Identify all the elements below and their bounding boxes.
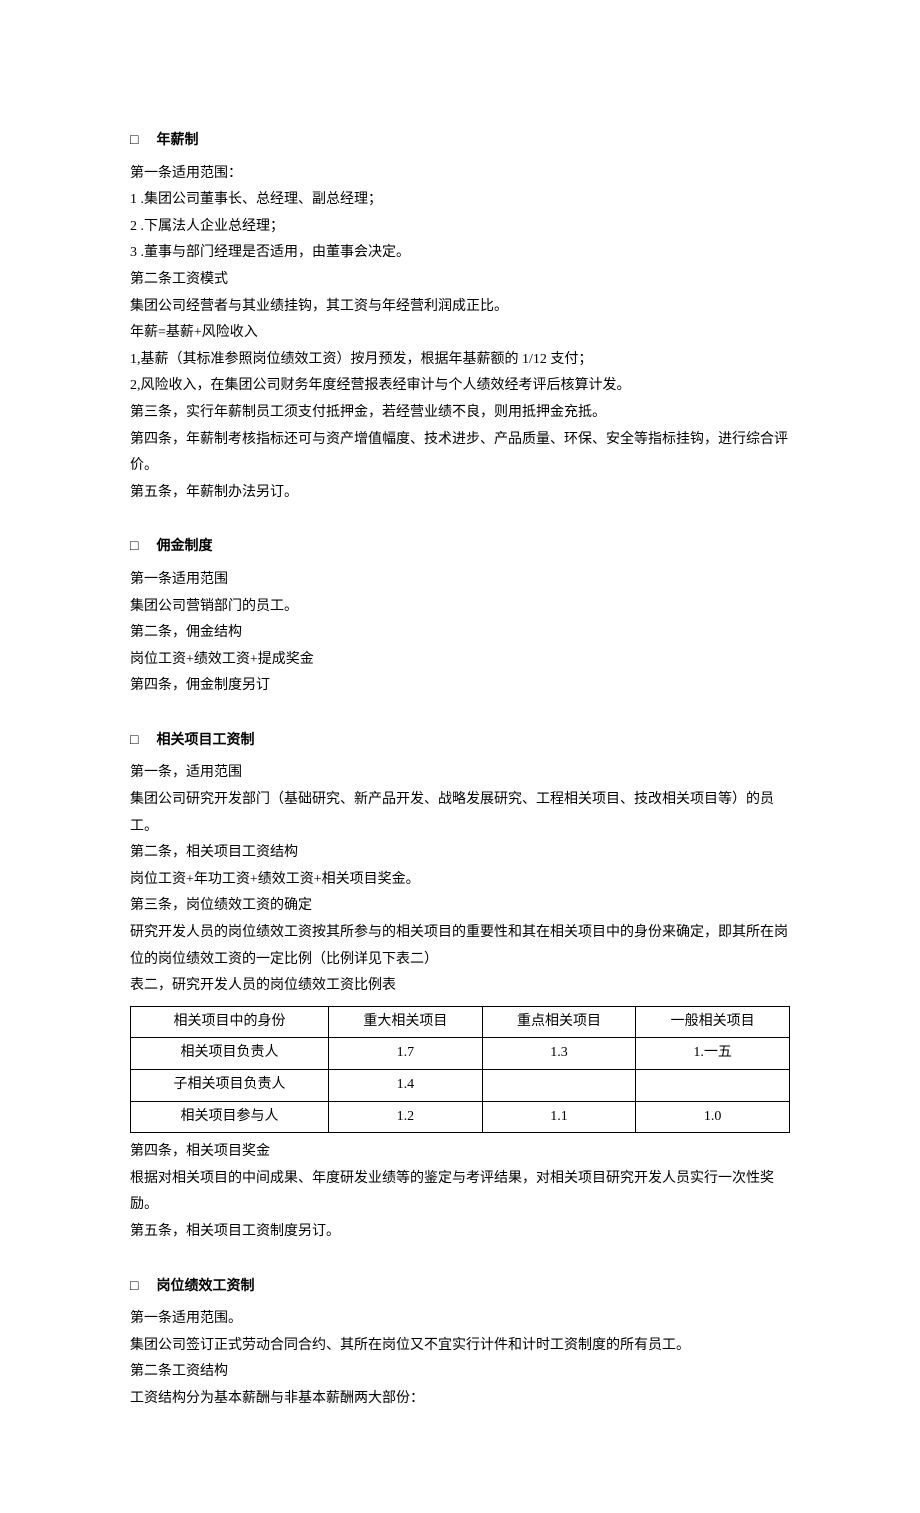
- s1-line: 年薪=基薪+风险收入: [130, 320, 790, 347]
- heading-project-salary: 相关项目工资制: [130, 728, 790, 755]
- table-row: 子相关项目负责人 1.4: [131, 1070, 790, 1102]
- s2-line: 集团公司营销部门的员工。: [130, 594, 790, 621]
- table-cell: 1.3: [482, 1038, 636, 1070]
- table-cell: 相关项目负责人: [131, 1038, 329, 1070]
- table-cell: [482, 1070, 636, 1102]
- table-cell: 相关项目参与人: [131, 1101, 329, 1133]
- table-cell: 1.一五: [636, 1038, 790, 1070]
- ratio-table: 相关项目中的身份 重大相关项目 重点相关项目 一般相关项目 相关项目负责人 1.…: [130, 1006, 790, 1133]
- table-row: 相关项目负责人 1.7 1.3 1.一五: [131, 1038, 790, 1070]
- s1-line: 第五条，年薪制办法另订。: [130, 480, 790, 507]
- s1-line: 3 .董事与部门经理是否适用，由董事会决定。: [130, 240, 790, 267]
- s3-line: 第五条，相关项目工资制度另订。: [130, 1219, 790, 1246]
- s2-line: 岗位工资+绩效工资+提成奖金: [130, 647, 790, 674]
- table-cell: [636, 1070, 790, 1102]
- s1-line: 第一条适用范围：: [130, 161, 790, 188]
- table-header: 相关项目中的身份: [131, 1006, 329, 1038]
- s3-line: 岗位工资+年功工资+绩效工资+相关项目奖金。: [130, 867, 790, 894]
- table-header-row: 相关项目中的身份 重大相关项目 重点相关项目 一般相关项目: [131, 1006, 790, 1038]
- s1-line: 集团公司经营者与其业绩挂钩，其工资与年经营利润成正比。: [130, 294, 790, 321]
- table-header: 重点相关项目: [482, 1006, 636, 1038]
- table-header: 重大相关项目: [329, 1006, 483, 1038]
- s1-line: 第四条，年薪制考核指标还可与资产增值幅度、技术进步、产品质量、环保、安全等指标挂…: [130, 427, 790, 480]
- table-cell: 子相关项目负责人: [131, 1070, 329, 1102]
- heading-post-performance: 岗位绩效工资制: [130, 1274, 790, 1301]
- s4-line: 第一条适用范围。: [130, 1306, 790, 1333]
- heading-commission: 佣金制度: [130, 534, 790, 561]
- table-cell: 1.2: [329, 1101, 483, 1133]
- s4-line: 集团公司签订正式劳动合同合约、其所在岗位又不宜实行计件和计时工资制度的所有员工。: [130, 1333, 790, 1360]
- table-cell: 1.4: [329, 1070, 483, 1102]
- s1-line: 第三条，实行年薪制员工须支付抵押金，若经营业绩不良，则用抵押金充抵。: [130, 400, 790, 427]
- heading-annual-salary: 年薪制: [130, 128, 790, 155]
- table-cell: 1.7: [329, 1038, 483, 1070]
- s3-line: 集团公司研究开发部门（基础研究、新产品开发、战略发展研究、工程相关项目、技改相关…: [130, 787, 790, 840]
- table-header: 一般相关项目: [636, 1006, 790, 1038]
- s2-line: 第一条适用范围: [130, 567, 790, 594]
- s4-line: 第二条工资结构: [130, 1359, 790, 1386]
- s2-line: 第四条，佣金制度另订: [130, 673, 790, 700]
- s3-line: 第四条，相关项目奖金: [130, 1139, 790, 1166]
- s3-line: 第二条，相关项目工资结构: [130, 840, 790, 867]
- s3-line: 表二，研究开发人员的岗位绩效工资比例表: [130, 973, 790, 1000]
- s3-line: 根据对相关项目的中间成果、年度研发业绩等的鉴定与考评结果，对相关项目研究开发人员…: [130, 1166, 790, 1219]
- s1-line: 2,风险收入，在集团公司财务年度经营报表经审计与个人绩效经考评后核算计发。: [130, 373, 790, 400]
- s3-line: 第三条，岗位绩效工资的确定: [130, 893, 790, 920]
- s2-line: 第二条，佣金结构: [130, 620, 790, 647]
- table-cell: 1.0: [636, 1101, 790, 1133]
- s1-line: 1 .集团公司董事长、总经理、副总经理；: [130, 187, 790, 214]
- s1-line: 2 .下属法人企业总经理；: [130, 214, 790, 241]
- table-cell: 1.1: [482, 1101, 636, 1133]
- s1-line: 第二条工资模式: [130, 267, 790, 294]
- s3-line: 第一条，适用范围: [130, 760, 790, 787]
- s1-line: 1,基薪（其标准参照岗位绩效工资）按月预发，根据年基薪额的 1/12 支付；: [130, 347, 790, 374]
- s3-line: 研究开发人员的岗位绩效工资按其所参与的相关项目的重要性和其在相关项目中的身份来确…: [130, 920, 790, 973]
- table-row: 相关项目参与人 1.2 1.1 1.0: [131, 1101, 790, 1133]
- s4-line: 工资结构分为基本薪酬与非基本薪酬两大部份：: [130, 1386, 790, 1413]
